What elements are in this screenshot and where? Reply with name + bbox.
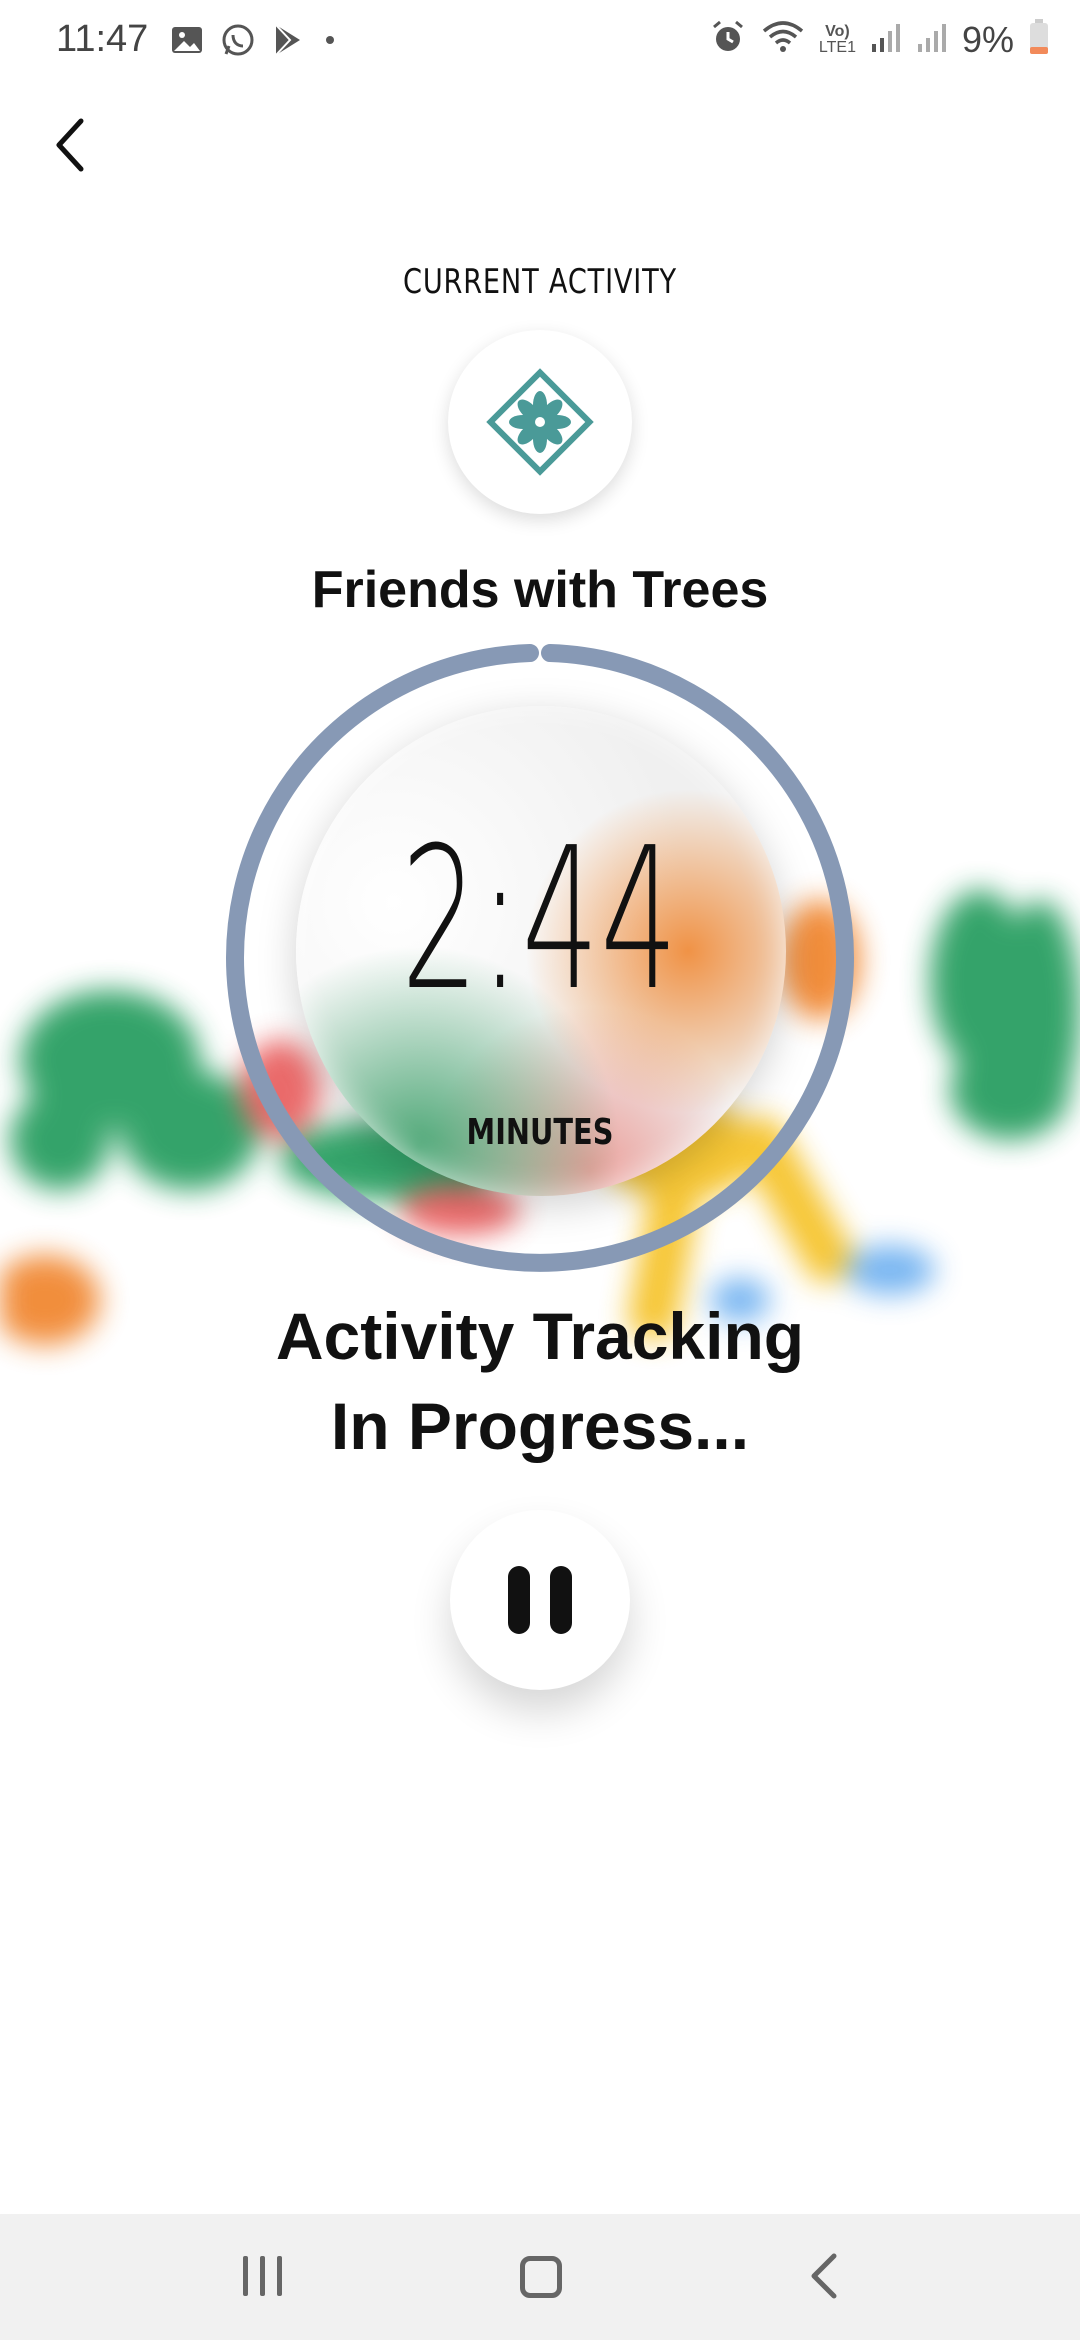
home-button[interactable] bbox=[520, 2256, 562, 2298]
chevron-left-icon bbox=[56, 118, 84, 172]
dot-icon bbox=[320, 30, 340, 55]
play-store-icon bbox=[272, 23, 304, 62]
recents-button[interactable] bbox=[230, 2252, 294, 2302]
status-time: 11:47 bbox=[56, 18, 149, 60]
timer-unit: MINUTES bbox=[466, 1112, 614, 1153]
recents-icon bbox=[242, 2256, 248, 2296]
volte-label-bottom: LTE1 bbox=[818, 38, 856, 56]
battery-icon bbox=[1028, 18, 1050, 61]
alarm-icon bbox=[709, 18, 747, 61]
system-status-icons: Vo) LTE1 9% bbox=[709, 18, 1050, 61]
activity-name: Friends with Trees bbox=[311, 561, 769, 619]
flower-diamond-icon bbox=[486, 368, 594, 476]
notification-icons bbox=[170, 22, 340, 63]
back-button[interactable] bbox=[36, 110, 106, 180]
pause-icon bbox=[508, 1566, 530, 1634]
status-title-line1: Activity Tracking bbox=[275, 1299, 805, 1373]
status-title-line2: In Progress... bbox=[330, 1389, 750, 1463]
volte-icon: Vo) LTE1 bbox=[818, 22, 856, 56]
signal-icon bbox=[870, 20, 902, 59]
pause-icon-bar bbox=[550, 1566, 572, 1634]
section-label: CURRENT ACTIVITY bbox=[403, 262, 677, 302]
volte-label-top: Vo) bbox=[825, 22, 850, 40]
battery-percent: 9% bbox=[961, 18, 1014, 60]
navigation-bar bbox=[0, 2214, 1080, 2340]
activity-badge bbox=[448, 330, 632, 514]
wifi-icon bbox=[761, 18, 805, 61]
status-bar: 11:47 Vo) LTE1 9% bbox=[0, 0, 1080, 84]
whatsapp-icon bbox=[220, 22, 256, 63]
gallery-icon bbox=[170, 23, 204, 62]
pause-button[interactable] bbox=[450, 1510, 630, 1690]
timer-value: 2:44 bbox=[401, 806, 679, 1034]
signal-icon bbox=[916, 20, 948, 59]
nav-back-button[interactable] bbox=[800, 2250, 852, 2302]
